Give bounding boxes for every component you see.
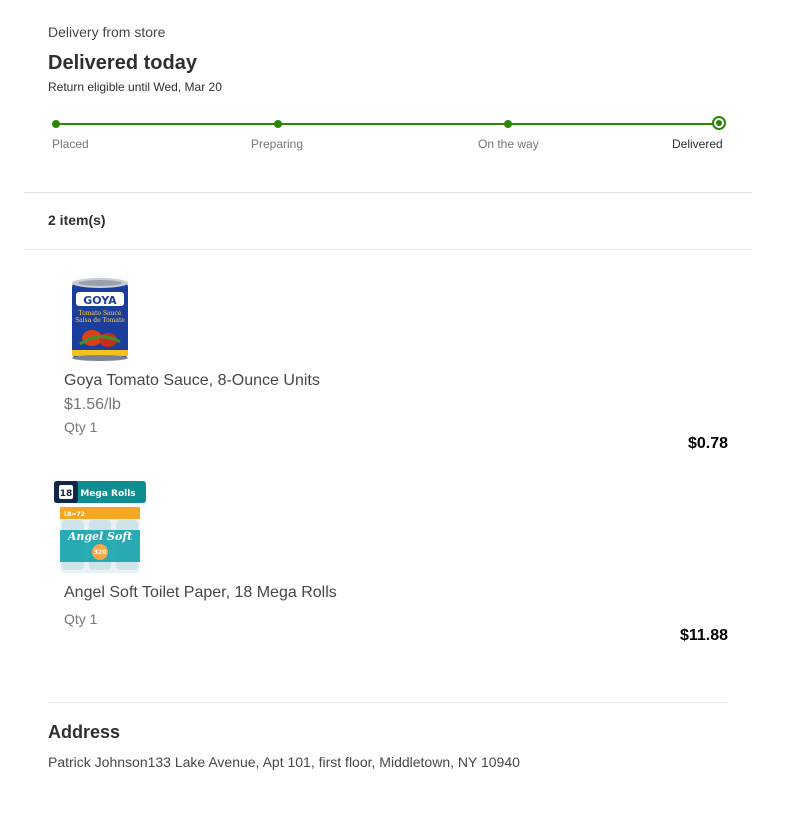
order-item: 18 Mega Rolls 18=72 Angel Soft 320 Angel… bbox=[48, 480, 728, 650]
step-dot-preparing bbox=[274, 120, 282, 128]
step-dot-on-the-way bbox=[504, 120, 512, 128]
pack-count-text: 18 bbox=[60, 489, 73, 499]
item-quantity: Qty 1 bbox=[64, 611, 98, 627]
can-label-line2: Salsa de Tomate bbox=[75, 317, 125, 324]
progress-line bbox=[56, 123, 720, 125]
pack-equiv-text: 18=72 bbox=[63, 511, 85, 518]
step-label-placed: Placed bbox=[52, 137, 89, 151]
items-count: 2 item(s) bbox=[48, 212, 106, 228]
order-progress-tracker: Placed Preparing On the way Delivered bbox=[48, 112, 732, 162]
address-text: Patrick Johnson133 Lake Avenue, Apt 101,… bbox=[48, 754, 520, 770]
item-price: $0.78 bbox=[687, 435, 728, 452]
pack-sheets-text: 320 bbox=[94, 549, 107, 556]
item-name[interactable]: Goya Tomato Sauce, 8-Ounce Units bbox=[64, 372, 320, 390]
can-label-line1: Tomato Sauce bbox=[79, 310, 122, 317]
item-name[interactable]: Angel Soft Toilet Paper, 18 Mega Rolls bbox=[64, 584, 337, 602]
can-brand-text: GOYA bbox=[83, 294, 117, 307]
pack-brand-text: Angel Soft bbox=[67, 530, 132, 543]
delivery-header: Delivery from store Delivered today Retu… bbox=[48, 24, 728, 94]
address-title: Address bbox=[48, 722, 121, 742]
step-label-on-the-way: On the way bbox=[478, 137, 539, 151]
item-price: $11.88 bbox=[679, 627, 728, 644]
section-divider bbox=[48, 702, 728, 703]
section-divider bbox=[24, 249, 752, 250]
step-label-preparing: Preparing bbox=[251, 137, 304, 151]
item-quantity: Qty 1 bbox=[64, 419, 98, 435]
step-label-delivered: Delivered bbox=[672, 137, 723, 151]
tomato-sauce-can-image[interactable]: GOYA Tomato Sauce Salsa de Tomate bbox=[52, 274, 148, 370]
return-eligibility-note: Return eligible until Wed, Mar 20 bbox=[48, 80, 222, 94]
pack-banner-text: Mega Rolls bbox=[80, 489, 135, 499]
delivery-status-title: Delivered today bbox=[48, 52, 197, 74]
section-divider bbox=[24, 192, 752, 193]
toilet-paper-pack-image[interactable]: 18 Mega Rolls 18=72 Angel Soft 320 bbox=[52, 480, 148, 576]
delivery-subtitle: Delivery from store bbox=[48, 24, 166, 40]
item-unit-price: $1.56/lb bbox=[64, 396, 121, 413]
step-dot-delivered bbox=[712, 116, 726, 130]
step-dot-placed bbox=[52, 120, 60, 128]
order-item: GOYA Tomato Sauce Salsa de Tomate Goya T… bbox=[48, 274, 728, 454]
